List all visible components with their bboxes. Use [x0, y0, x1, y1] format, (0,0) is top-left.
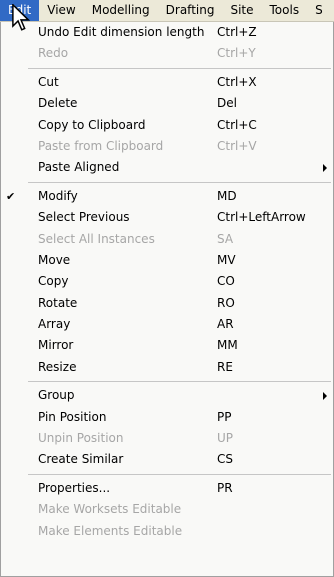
menu-item-resize[interactable]: Resize RE — [1, 357, 333, 378]
menu-item-label: Rotate — [38, 295, 78, 310]
menu-item-mirror[interactable]: Mirror MM — [1, 335, 333, 356]
menu-item-shortcut: Ctrl+Z — [217, 25, 257, 39]
menu-item-label: Resize — [38, 359, 77, 374]
menubar-item-edit[interactable]: Edit — [0, 0, 40, 21]
menu-item-shortcut: CS — [217, 452, 233, 467]
menu-item-label: Properties... — [38, 480, 111, 495]
checkmark-icon: ✔ — [6, 189, 16, 203]
menu-item-rotate[interactable]: Rotate RO — [1, 293, 333, 314]
menu-item-shortcut: UP — [217, 431, 234, 446]
menu-item-shortcut: Ctrl+X — [217, 74, 257, 89]
menu-item-shortcut: Ctrl+C — [217, 117, 257, 132]
menubar-item-tools[interactable]: Tools — [262, 0, 308, 21]
menubar-item-site[interactable]: Site — [222, 0, 261, 21]
menu-item-label: Mirror — [38, 338, 74, 353]
menu-item-pin-position[interactable]: Pin Position PP — [1, 407, 333, 428]
menubar-item-s[interactable]: S — [307, 0, 331, 21]
menu-item-copy-to-clipboard[interactable]: Copy to Clipboard Ctrl+C — [1, 115, 333, 136]
menu-item-shortcut: MD — [217, 188, 237, 203]
menu-item-select-all-instances: Select All Instances SA — [1, 229, 333, 250]
menu-item-shortcut: MM — [217, 338, 238, 353]
menu-item-shortcut: PP — [217, 409, 232, 424]
menu-item-move[interactable]: Move MV — [1, 250, 333, 271]
menu-item-label: Make Elements Editable — [38, 523, 183, 538]
menu-item-select-previous[interactable]: Select Previous Ctrl+LeftArrow — [1, 207, 333, 228]
menu-item-make-worksets-editable: Make Worksets Editable — [1, 499, 333, 520]
menu-item-group[interactable]: Group — [1, 385, 333, 406]
menu-item-shortcut: RE — [217, 359, 233, 374]
submenu-arrow-icon — [323, 392, 327, 401]
menu-item-label: Copy to Clipboard — [38, 117, 146, 132]
menu-item-label: Redo — [38, 46, 69, 61]
menu-item-unpin-position: Unpin Position UP — [1, 428, 333, 449]
menu-item-delete[interactable]: Delete Del — [1, 93, 333, 114]
menu-item-paste-from-clipboard: Paste from Clipboard Ctrl+V — [1, 136, 333, 157]
menubar-item-view[interactable]: View — [39, 0, 83, 21]
menu-item-shortcut: Ctrl+LeftArrow — [217, 210, 306, 225]
menu-item-shortcut: PR — [217, 480, 233, 495]
menu-item-modify[interactable]: ✔ Modify MD — [1, 186, 333, 207]
menu-item-label: Select Previous — [38, 210, 130, 225]
menu-item-label: Delete — [38, 96, 78, 111]
submenu-arrow-icon — [323, 164, 327, 173]
menu-item-label: Create Similar — [38, 452, 124, 467]
menu-item-shortcut: RO — [217, 295, 235, 310]
menu-item-paste-aligned[interactable]: Paste Aligned — [1, 157, 333, 178]
menu-item-cut[interactable]: Cut Ctrl+X — [1, 72, 333, 93]
menu-separator — [1, 179, 333, 186]
menu-item-redo: Redo Ctrl+Y — [1, 43, 333, 64]
menu-item-shortcut: SA — [217, 231, 234, 246]
menu-item-label: Modify — [38, 188, 78, 203]
menu-item-undo-edit-dimension-length[interactable]: Undo Edit dimension length Ctrl+Z — [1, 22, 333, 43]
edit-menu-dropdown: Undo Edit dimension length Ctrl+Z Redo Ctrl… — [0, 22, 334, 577]
menu-item-properties[interactable]: Properties... PR — [1, 478, 333, 499]
menu-bar: Edit View Modelling Drafting Site Tools S — [0, 0, 334, 22]
menu-item-label: Group — [38, 388, 75, 403]
menu-item-label: Paste from Clipboard — [38, 138, 164, 153]
menu-item-label: Paste Aligned — [38, 160, 120, 175]
menu-item-copy[interactable]: Copy CO — [1, 271, 333, 292]
menu-item-label: Array — [38, 317, 71, 332]
menu-item-label: Copy — [38, 274, 69, 289]
menu-item-shortcut: AR — [217, 317, 234, 332]
menu-item-array[interactable]: Array AR — [1, 314, 333, 335]
menu-separator — [1, 65, 333, 72]
menu-item-label: Move — [38, 252, 71, 267]
menu-item-label: Unpin Position — [38, 431, 124, 446]
menubar-item-modelling[interactable]: Modelling — [84, 0, 158, 21]
menu-separator — [1, 471, 333, 478]
menu-item-make-elements-editable: Make Elements Editable — [1, 521, 333, 542]
menu-item-shortcut: Ctrl+Y — [217, 46, 256, 61]
menu-item-label: Select All Instances — [38, 231, 155, 246]
menu-item-label: Cut — [38, 74, 59, 89]
menu-item-label: Pin Position — [38, 409, 107, 424]
menu-item-shortcut: Ctrl+V — [217, 138, 257, 153]
menu-item-create-similar[interactable]: Create Similar CS — [1, 449, 333, 470]
menu-item-shortcut: MV — [217, 252, 236, 267]
menu-item-shortcut: Del — [217, 96, 237, 111]
menubar-item-drafting[interactable]: Drafting — [158, 0, 223, 21]
menu-item-label: Undo Edit dimension length — [38, 25, 205, 39]
menu-item-label: Make Worksets Editable — [38, 502, 182, 517]
menu-separator — [1, 378, 333, 385]
menu-item-shortcut: CO — [217, 274, 235, 289]
